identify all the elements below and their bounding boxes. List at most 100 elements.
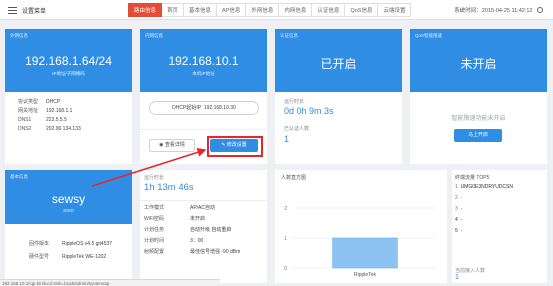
auth-runtime-value: 0d 0h 9m 3s bbox=[284, 106, 334, 116]
ap-row-key: 工作模式 bbox=[144, 205, 165, 211]
view-details-button[interactable]: ◉ 查看详情 bbox=[149, 139, 195, 152]
wan-row-key: DNS2 bbox=[18, 126, 32, 132]
auth-runtime-label: 运行时长 bbox=[284, 99, 305, 105]
qos-status: 未开启 bbox=[460, 57, 497, 71]
ap-row-key: 计划任务 bbox=[144, 227, 165, 233]
lan-ip: 192.168.10.1 bbox=[168, 54, 239, 68]
basic-row: 固件版本 RippleOS v4.5 git4537 bbox=[29, 238, 112, 251]
tab-cloud-settings[interactable]: 云端设置 bbox=[378, 3, 412, 17]
system-time-text: 系统时间：2015-04-25 11:42:12 bbox=[454, 8, 533, 14]
auth-section-label: 认证信息 bbox=[280, 33, 298, 38]
traffic-name: - bbox=[460, 195, 463, 201]
y-tick-label: 1 bbox=[284, 236, 287, 242]
tab-qos-info[interactable]: QoS信息 bbox=[345, 3, 379, 17]
wan-details: 协议类型 DHCP 网关地址 192.168.1.1 DNS1 223.5.5.5 D… bbox=[18, 98, 81, 134]
lan-section-label: 内网信息 bbox=[145, 33, 163, 38]
wan-card-header: 外网信息 192.168.1.64/24 IP地址/子网掩码 bbox=[5, 29, 132, 92]
tab-lan-info[interactable]: 内网信息 bbox=[279, 3, 313, 17]
traffic-rank: 3 bbox=[455, 206, 458, 212]
lan-card-header: 内网信息 192.168.10.1 本机IP地址 bbox=[140, 29, 267, 92]
tab-ap-info[interactable]: AP信息 bbox=[217, 3, 247, 17]
tab-auth-info[interactable]: 认证信息 bbox=[312, 3, 346, 17]
basic-card: 基本信息 sewsy SSID 固件版本 RippleOS v4.5 git453… bbox=[5, 170, 132, 283]
authed-users-label: 已认证人数 bbox=[284, 126, 310, 132]
wan-row: 网关地址 192.168.1.1 bbox=[18, 107, 81, 116]
tab-basic-info[interactable]: 基本信息 bbox=[184, 3, 218, 17]
tab-home[interactable]: 首页 bbox=[162, 3, 185, 17]
y-tick-label: 2 bbox=[284, 206, 287, 212]
dhcp-start-ip-value: 192.168.10.30 bbox=[203, 105, 236, 111]
traffic-item: 2 - bbox=[455, 195, 513, 206]
traffic-name: UMG0E3NDRYUDCSN bbox=[460, 184, 513, 190]
x-tick-label: RippleTek bbox=[354, 272, 376, 278]
lan-divider bbox=[140, 129, 267, 130]
ap-row: 工作模式 AP/AC自动 bbox=[144, 203, 240, 214]
wan-ip: 192.168.1.64/24 bbox=[25, 54, 112, 68]
wan-row-value: 192.168.1.1 bbox=[46, 108, 73, 114]
wan-row-key: 协议类型 bbox=[18, 99, 39, 105]
wan-section-label: 外网信息 bbox=[10, 33, 28, 38]
basic-row: 硬件型号 RippleTek WE-1202 bbox=[29, 251, 112, 264]
highlight-box bbox=[207, 136, 263, 157]
online-users-label: 当前接入人数 bbox=[455, 268, 486, 274]
qos-card-header: QoS智能限速 未开启 bbox=[410, 29, 547, 92]
traffic-item: 4 - bbox=[455, 217, 513, 228]
ap-card: 运行时长 1h 13m 46s 工作模式 AP/AC自动 WiFi密码 未开启 计划… bbox=[140, 170, 267, 283]
top-bar: 设置菜单 路由信息 首页 基本信息 AP信息 外网信息 内网信息 认证信息 Qo… bbox=[0, 0, 553, 20]
qos-hint: 智能限速功能未开启 bbox=[451, 116, 506, 122]
ap-runtime-label: 运行时长 bbox=[144, 175, 165, 181]
wan-row: DNS1 223.5.5.5 bbox=[18, 116, 81, 125]
wan-row-value: 202.96.134.133 bbox=[46, 126, 81, 132]
traffic-item: 1 UMG0E3NDRYUDCSN bbox=[455, 184, 513, 195]
ap-row-value: AP/AC自动 bbox=[190, 205, 216, 211]
users-chart: 2 1 0 RippleTek bbox=[284, 206, 437, 278]
qos-section-label: QoS智能限速 bbox=[415, 33, 443, 38]
ap-row-key: 计划时间 bbox=[144, 238, 165, 244]
qos-card: QoS智能限速 未开启 智能限速功能未开启 马上开启 bbox=[410, 29, 547, 164]
ap-runtime-value: 1h 13m 46s bbox=[144, 182, 194, 193]
clock-icon bbox=[537, 7, 543, 13]
y-tick-label: 0 bbox=[284, 266, 287, 272]
eye-icon: ◉ bbox=[159, 142, 164, 148]
traffic-title: 终端流量 TOP5 bbox=[455, 175, 490, 181]
dhcp-start-ip-label: DHCP起始IP bbox=[172, 105, 202, 111]
wan-row-value: 223.5.5.5 bbox=[46, 117, 67, 123]
traffic-name: - bbox=[460, 228, 463, 234]
ap-row-key: WiFi密码 bbox=[144, 216, 164, 222]
ap-divider bbox=[140, 200, 267, 201]
wan-card: 外网信息 192.168.1.64/24 IP地址/子网掩码 协议类型 DHCP … bbox=[5, 29, 132, 164]
auth-card-header: 认证信息 已开启 bbox=[275, 29, 402, 92]
system-time: 系统时间：2015-04-25 11:42:12 bbox=[454, 6, 543, 14]
ap-row-key: 射频配置 bbox=[144, 249, 165, 255]
wan-row: 协议类型 DHCP bbox=[18, 98, 81, 107]
app-title: 设置菜单 bbox=[22, 9, 47, 15]
device-caption: SSID bbox=[63, 208, 74, 213]
browser-status-bar: 192.168.10.1/cgi-bin/luci/;stok=b1a5/adm… bbox=[0, 279, 220, 286]
basic-row-key: 硬件型号 bbox=[29, 254, 50, 260]
authed-users-value: 1 bbox=[284, 134, 290, 144]
traffic-rank: 1 bbox=[455, 184, 458, 190]
basic-row-value: RippleTek WE-1202 bbox=[62, 254, 107, 260]
basic-row-key: 固件版本 bbox=[29, 241, 50, 247]
wan-row-key: DNS1 bbox=[18, 117, 32, 123]
ap-row: 射频配置 最佳信号增强 -90 dBm bbox=[144, 247, 240, 258]
ap-details: 工作模式 AP/AC自动 WiFi密码 未开启 计划任务 自动升级 自动重启 计划时间… bbox=[144, 203, 240, 258]
wan-row-key: 网关地址 bbox=[18, 108, 39, 114]
ap-row-value: 未开启 bbox=[190, 216, 206, 222]
tab-route-info[interactable]: 路由信息 bbox=[128, 3, 163, 17]
dhcp-start-ip-box: DHCP起始IP 192.168.10.30 bbox=[149, 101, 259, 115]
ap-row-value: 自动升级 自动重启 bbox=[190, 227, 232, 233]
traffic-name: - bbox=[460, 206, 463, 212]
auth-card: 认证信息 已开启 运行时长 0d 0h 9m 3s 已认证人数 1 bbox=[275, 29, 402, 164]
traffic-rank: 5 bbox=[455, 228, 458, 234]
ap-row-value: 3：00 bbox=[190, 238, 204, 244]
device-name: sewsy bbox=[51, 192, 86, 206]
traffic-name: - bbox=[460, 217, 463, 223]
tab-wan-info[interactable]: 外网信息 bbox=[246, 3, 280, 17]
ap-row: WiFi密码 未开启 bbox=[144, 214, 240, 225]
basic-row-value: RippleOS v4.5 git4537 bbox=[62, 241, 113, 247]
enable-qos-button[interactable]: 马上开启 bbox=[454, 129, 502, 142]
traffic-item: 3 - bbox=[455, 206, 513, 217]
wan-row: DNS2 202.96.134.133 bbox=[18, 125, 81, 134]
menu-icon[interactable] bbox=[8, 7, 17, 14]
